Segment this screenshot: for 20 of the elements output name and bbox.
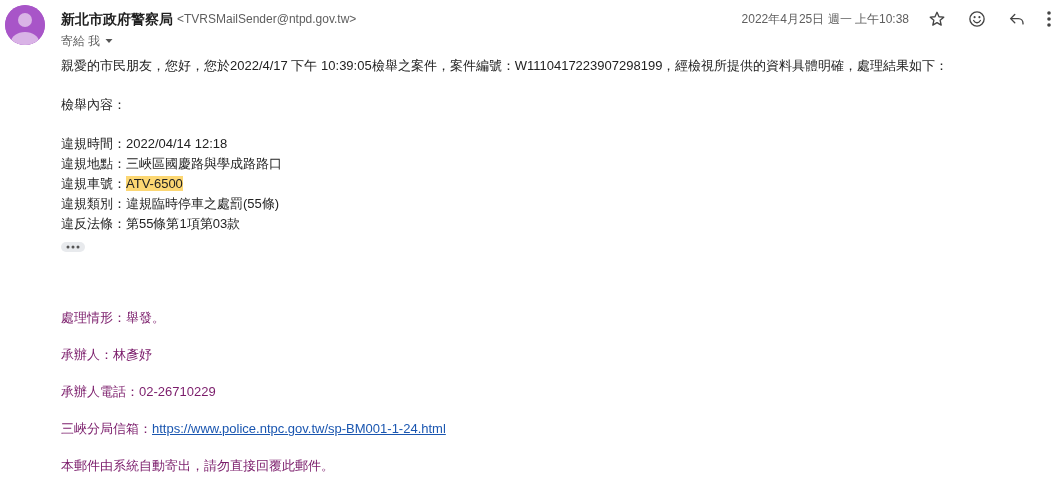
result-line: 本郵件由系統自動寄出，請勿直接回覆此郵件。 — [61, 457, 335, 475]
section-title: 檢舉內容： — [61, 96, 127, 114]
avatar — [5, 5, 45, 45]
intro-paragraph: 親愛的市民朋友，您好，您於2022/4/17 下午 10:39:05檢舉之案件，案件編號：W1110417223907298199，經檢視所提供的資料具體明確，處理結果如下： — [61, 57, 950, 75]
ellipsis-icon — [66, 245, 80, 249]
mailbox-link[interactable]: https://www.police.ntpc.gov.tw/sp-BM001-1-24.html — [152, 421, 446, 436]
detail-line: 違規時間：2022/04/14 12:18 — [61, 135, 229, 153]
result-line: 承辦人電話：02-26710229 — [61, 383, 217, 401]
recipient-text: 寄給 我 — [61, 33, 101, 50]
sender-email: <TVRSMailSender@ntpd.gov.tw> — [177, 11, 357, 28]
show-trimmed-button[interactable] — [61, 242, 85, 252]
result-line: 承辦人：林彥妤 — [61, 346, 153, 364]
detail-line: 違規地點：三峽區國慶路與學成路路口 — [61, 155, 283, 173]
result-label: 三峽分局信箱： — [61, 421, 152, 436]
detail-line: 違規車號：ATV-6500 — [61, 175, 184, 193]
detail-line: 違反法條：第55條第1項第03款 — [61, 215, 242, 233]
result-line: 處理情形：舉發。 — [61, 309, 166, 327]
detail-line: 違規類別：違規臨時停車之處罰(55條) — [61, 195, 281, 213]
sender-name: 新北市政府警察局 — [61, 9, 173, 29]
date-text: 2022年4月25日 週一 上午10:38 — [741, 11, 909, 28]
